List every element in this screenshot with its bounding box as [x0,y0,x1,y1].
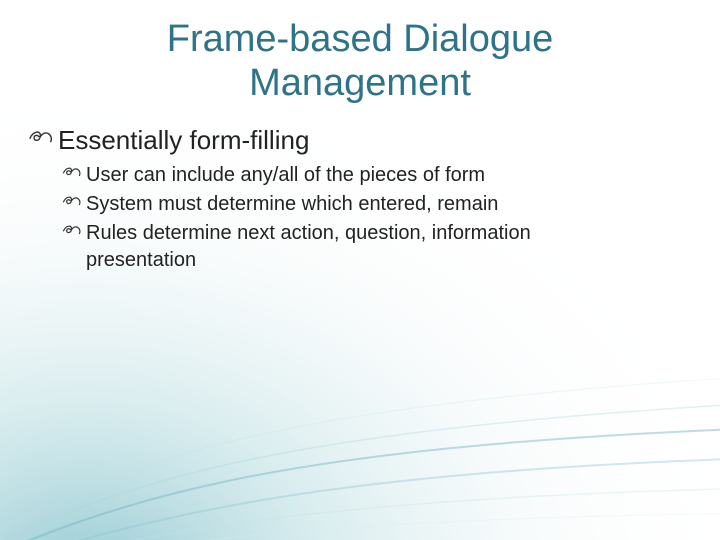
swash-icon [28,125,54,149]
sub-bullet: User can include any/all of the pieces o… [62,162,720,189]
swash-icon [62,221,82,239]
sub-bullet-text: Rules determine next action, question, i… [86,220,646,274]
slide-title: Frame-based Dialogue Management [60,18,660,105]
slide: Frame-based Dialogue Management Essentia… [0,18,720,540]
sub-bullet-list: User can include any/all of the pieces o… [62,162,720,274]
sub-bullet: Rules determine next action, question, i… [62,220,720,274]
sub-bullet-text: System must determine which entered, rem… [86,191,498,218]
bullet-main-text: Essentially form-filling [58,125,309,156]
slide-content: Frame-based Dialogue Management Essentia… [0,18,720,274]
swash-icon [62,163,82,181]
swash-icon [62,192,82,210]
sub-bullet-text: User can include any/all of the pieces o… [86,162,485,189]
bullet-main: Essentially form-filling [28,125,720,156]
sub-bullet: System must determine which entered, rem… [62,191,720,218]
